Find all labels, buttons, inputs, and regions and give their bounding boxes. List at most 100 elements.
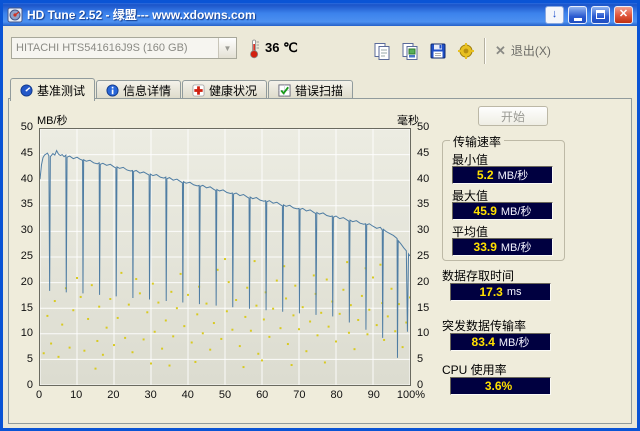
tab-health[interactable]: 健康状况	[182, 80, 268, 100]
download-button[interactable]: ↓	[545, 5, 564, 24]
max-unit: MB/秒	[500, 206, 532, 218]
tick-label: 50	[20, 121, 33, 133]
copy-image-button[interactable]	[397, 38, 423, 64]
drive-select-value: HITACHI HTS541616J9S (160 GB)	[16, 42, 188, 54]
access-time-unit: ms	[506, 286, 522, 298]
min-unit: MB/秒	[497, 170, 529, 182]
max-value-display: 45.9 MB/秒	[452, 202, 553, 220]
burst-rate-unit: MB/秒	[498, 337, 530, 349]
copy-image-icon	[402, 43, 418, 60]
access-time-label: 数据存取时间	[442, 269, 515, 283]
exit-x-icon: ✕	[495, 42, 506, 58]
avg-value: 33.9	[473, 240, 497, 254]
tab-benchmark-label: 基准测试	[37, 83, 86, 98]
tick-label: 25	[20, 250, 33, 262]
maximize-icon	[596, 10, 605, 19]
cpu-usage-value: 3.6%	[484, 379, 513, 393]
x-axis-ticks: 0 10 20 30 40 50 60 70 80 90 100%	[35, 389, 425, 403]
benchmark-panel: MB/秒 毫秒 50 45 40 35 30 25 20 15 10 5 0 50 45 40 35 30 2…	[8, 98, 632, 424]
tick-label: 50	[417, 121, 430, 133]
chevron-down-icon[interactable]: ▼	[218, 38, 236, 58]
tick-label: 40	[181, 389, 194, 401]
benchmark-icon	[20, 83, 33, 97]
min-value: 5.2	[476, 168, 494, 182]
tick-label: 15	[417, 301, 430, 314]
tick-label: 60	[256, 389, 269, 401]
tick-label: 25	[417, 250, 430, 262]
tick-label: 10	[20, 327, 33, 340]
save-button[interactable]	[425, 38, 451, 64]
benchmark-chart-svg	[40, 129, 410, 385]
options-gear-icon	[458, 43, 474, 59]
avg-value-display: 33.9 MB/秒	[452, 238, 553, 256]
window-title: HD Tune 2.52 - 绿盟--- www.xdowns.com	[27, 8, 256, 22]
tick-label: 20	[20, 275, 33, 288]
tick-label: 45	[417, 146, 430, 159]
tab-benchmark[interactable]: 基准测试	[10, 78, 96, 101]
left-axis-unit: MB/秒	[37, 115, 68, 127]
copy-text-icon	[374, 43, 390, 60]
tick-label: 20	[107, 389, 120, 401]
drive-select[interactable]: HITACHI HTS541616J9S (160 GB) ▼	[11, 37, 237, 59]
tab-health-label: 健康状况	[209, 84, 258, 98]
exit-label: 退出(X)	[510, 44, 551, 58]
access-time-value: 17.3	[479, 285, 503, 299]
tick-label: 45	[20, 146, 33, 159]
save-icon	[430, 43, 446, 59]
maximize-button[interactable]	[591, 5, 610, 24]
tab-info-label: 信息详情	[123, 84, 172, 98]
tick-label: 70	[293, 389, 306, 401]
avg-unit: MB/秒	[500, 242, 532, 254]
scan-check-icon	[278, 84, 291, 97]
burst-rate-label: 突发数据传输率	[442, 319, 527, 333]
tick-label: 100%	[396, 389, 426, 401]
tick-label: 35	[20, 198, 33, 211]
health-cross-icon	[192, 84, 205, 97]
start-button[interactable]: 开始	[478, 106, 548, 126]
transfer-rate-group-title: 传输速率	[450, 133, 505, 150]
client-area: HITACHI HTS541616J9S (160 GB) ▼ 36 ℃ ✕ 退…	[3, 26, 637, 428]
minimize-icon	[573, 17, 582, 21]
tick-label: 5	[417, 353, 424, 366]
max-value: 45.9	[473, 204, 497, 218]
tick-label: 30	[20, 224, 33, 237]
tab-error-scan[interactable]: 错误扫描	[268, 80, 354, 100]
temperature-value: 36 ℃	[265, 40, 298, 55]
close-button[interactable]: ✕	[614, 5, 633, 24]
exit-button[interactable]: ✕ 退出(X)	[495, 42, 551, 59]
info-icon	[106, 84, 119, 97]
tab-error-scan-label: 错误扫描	[295, 84, 344, 98]
copy-text-button[interactable]	[369, 38, 395, 64]
tab-info[interactable]: 信息详情	[96, 80, 182, 100]
access-time-display: 17.3 ms	[450, 283, 551, 301]
transfer-rate-group: 传输速率 最小值 5.2 MB/秒 最大值 45.9 MB/秒 平均值 33.9…	[442, 133, 565, 261]
tick-label: 90	[367, 389, 380, 401]
tick-label: 40	[20, 172, 33, 185]
tick-label: 40	[417, 172, 430, 185]
tick-label: 20	[417, 275, 430, 288]
min-value-display: 5.2 MB/秒	[452, 166, 553, 184]
tick-label: 10	[417, 327, 430, 340]
burst-rate-display: 83.4 MB/秒	[450, 333, 551, 351]
hdtune-window: HD Tune 2.52 - 绿盟--- www.xdowns.com ↓ ✕ …	[0, 0, 640, 431]
right-axis-unit: 毫秒	[397, 115, 419, 127]
titlebar[interactable]: HD Tune 2.52 - 绿盟--- www.xdowns.com ↓ ✕	[3, 3, 637, 26]
tick-label: 30	[144, 389, 157, 401]
options-button[interactable]	[453, 38, 479, 64]
toolbar-separator	[484, 38, 486, 64]
cpu-usage-display: 3.6%	[450, 377, 551, 395]
thermometer-icon	[250, 39, 259, 59]
tick-label: 35	[417, 198, 430, 211]
tick-label: 0	[26, 379, 33, 391]
y-axis-right-ticks: 50 45 40 35 30 25 20 15 10 5 0	[414, 121, 440, 391]
tick-label: 5	[26, 353, 33, 366]
tick-label: 0	[35, 389, 43, 401]
app-icon	[7, 7, 23, 22]
cpu-usage-label: CPU 使用率	[442, 363, 507, 377]
tick-label: 15	[20, 301, 33, 314]
benchmark-chart	[39, 128, 411, 386]
tick-label: 50	[218, 389, 232, 401]
tick-label: 10	[70, 389, 83, 401]
y-axis-left-ticks: 50 45 40 35 30 25 20 15 10 5 0	[9, 121, 36, 391]
minimize-button[interactable]	[568, 5, 587, 24]
